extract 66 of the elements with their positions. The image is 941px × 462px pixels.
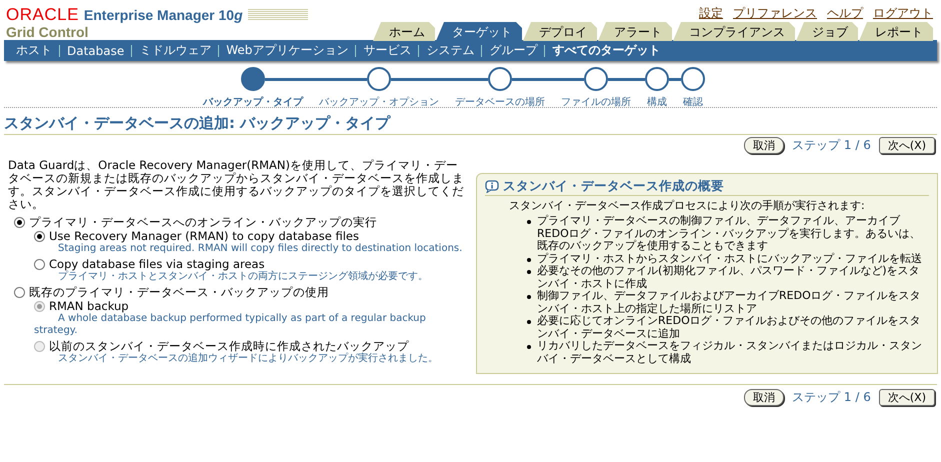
info-item: プライマリ・ホストからスタンバイ・ホストにバックアップ・ファイルを転送 (537, 252, 922, 264)
step-label[interactable]: ファイルの場所 (553, 95, 639, 109)
next-button[interactable]: 次へ(X) (878, 389, 935, 406)
vendor-logo: ORACLE (6, 6, 79, 24)
global-link[interactable]: プリファレンス (733, 5, 817, 20)
subtab-link[interactable]: グループ (489, 42, 538, 59)
info-lead: スタンバイ・データベース作成プロセスにより次の手順が実行されます: (509, 198, 866, 213)
product-subtitle: Grid Control (6, 24, 90, 40)
step-label[interactable]: 確認 (675, 95, 711, 109)
option-label: Use Recovery Manager (RMAN) to copy database files (49, 229, 359, 243)
subtab-link[interactable]: システム (426, 42, 474, 59)
option-label: 以前のスタンバイ・データベース作成時に作成されたバックアップ (49, 339, 409, 353)
nav-tab[interactable]: ジョブ (796, 22, 858, 41)
global-link[interactable]: ヘルプ (827, 5, 863, 20)
bullet-icon (527, 320, 531, 324)
bullet-icon (527, 270, 531, 274)
option-hint: スタンバイ・データベースの追加ウィザードによりバックアップが実行されました。 (57, 353, 439, 365)
next-button[interactable]: 次へ(X) (878, 137, 935, 154)
nav-tab[interactable]: ホーム (373, 22, 435, 41)
subtab-link[interactable]: ホスト (16, 42, 52, 59)
radio-button[interactable] (14, 216, 25, 228)
bullet-icon (527, 345, 531, 349)
bullet-icon (527, 220, 531, 224)
info-icon (485, 180, 499, 193)
stripes-icon (248, 9, 308, 21)
global-link[interactable]: 設定 (699, 5, 723, 20)
subtab-link[interactable]: ミドルウェア (139, 42, 212, 59)
nav-tab[interactable]: レポート (859, 22, 933, 41)
option-hint: Staging areas not required. RMAN will copy files directly to destination locations. (57, 243, 464, 255)
subtab-link[interactable]: サービス (363, 42, 412, 59)
info-item: 必要に応じてオンラインREDOログ・ファイルおよびその他のファイルをスタンバイ・データベースに追加 (537, 315, 922, 340)
nav-tab[interactable]: コンプライアンス (673, 22, 795, 41)
step-label[interactable]: バックアップ・タイプ (195, 95, 311, 109)
cancel-button[interactable]: 取消 (744, 389, 784, 406)
info-item: リカバリしたデータベースをフィジカル・スタンバイまたはロジカル・スタンバイ・データベースとして構成 (537, 340, 923, 365)
page-title: スタンバイ・データベースの追加: バックアップ・タイプ (4, 114, 937, 135)
option-hint: プライマリ・ホストとスタンバイ・ホストの両方にステージング領域が必要です。 (57, 271, 429, 283)
bullet-icon (527, 258, 531, 262)
step-indicator: ステップ 1 / 6 (792, 389, 871, 406)
subtab-link[interactable]: すべてのターゲット (552, 42, 660, 59)
step-label[interactable]: バックアップ・オプション (311, 95, 447, 109)
intro-text: Data Guardは、Oracle Recovery Manager(RMAN)を使用して、プライマリ・データベースの新規または既存のバックアップからスタンバイ・データベースを作成します。スタンバイ・データベース作成に使用するバックアップのタイプを選択してください。 (8, 159, 465, 211)
step-label[interactable]: データベースの場所 (447, 95, 553, 109)
info-item: 必要なその他のファイル(初期化ファイル、パスワード・ファイルなど)をスタンバイ・ホストに作成 (537, 265, 921, 290)
product-name: Enterprise Manager 10g (84, 7, 243, 23)
option-label: RMAN backup (49, 299, 129, 313)
cancel-button[interactable]: 取消 (744, 137, 784, 154)
step-indicator: ステップ 1 / 6 (792, 137, 871, 154)
info-title: スタンバイ・データベース作成の概要 (503, 178, 724, 195)
nav-tab[interactable]: ターゲット (436, 22, 522, 41)
option-hint: A whole database backup performed typically as part of a regular backup strategy. (34, 313, 427, 337)
info-item: プライマリ・データベースの制御ファイル、データファイル、アーカイブREDOログ・ファイルのオンライン・バックアップを実行します。あるいは、既存のバックアップを使用することもできます (537, 215, 922, 252)
nav-tab[interactable]: アラート (598, 22, 672, 41)
nav-tab[interactable]: デプロイ (523, 22, 597, 41)
radio-button[interactable] (14, 286, 25, 298)
bullet-icon (527, 295, 531, 299)
radio-button[interactable] (34, 258, 45, 270)
option-label: プライマリ・データベースへのオンライン・バックアップの実行 (29, 215, 377, 229)
global-link[interactable]: ログアウト (873, 5, 933, 20)
info-item: 制御ファイル、データファイルおよびアーカイブREDOログ・ファイルをスタンバイ・ホスト上の指定した場所にリストア (537, 290, 922, 314)
radio-button[interactable] (34, 230, 45, 242)
subtab-link[interactable]: Database (67, 44, 124, 58)
step-label[interactable]: 構成 (639, 95, 675, 109)
option-label: Copy database files via staging areas (49, 257, 265, 271)
option-label: 既存のプライマリ・データベース・バックアップの使用 (29, 285, 329, 299)
subtab-link[interactable]: Webアプリケーション (226, 42, 348, 59)
